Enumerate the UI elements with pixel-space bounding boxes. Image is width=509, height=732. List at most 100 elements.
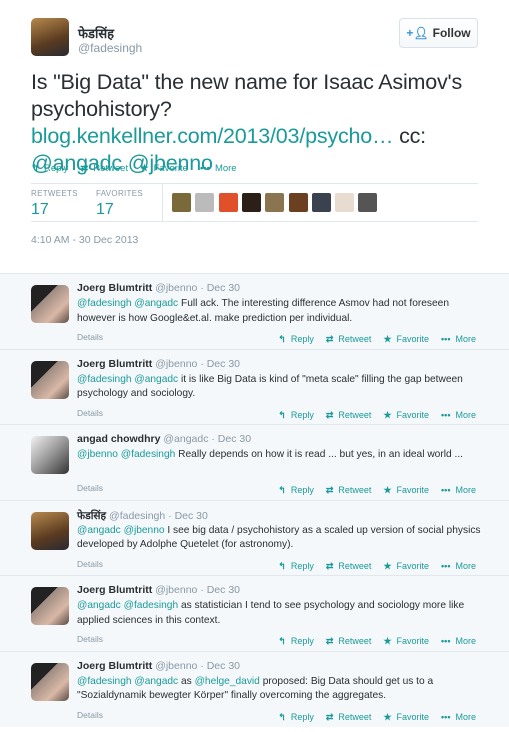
favoriter-avatar[interactable]: [311, 193, 331, 212]
details-link[interactable]: Details: [77, 483, 103, 493]
link[interactable]: @fadesingh: [121, 449, 176, 460]
link[interactable]: @fadesingh: [77, 676, 132, 687]
author-name[interactable]: Joerg Blumtritt: [77, 358, 152, 370]
details-link[interactable]: Details: [77, 559, 103, 569]
link[interactable]: @helge_david: [195, 676, 260, 687]
more-button[interactable]: ••• More: [441, 636, 476, 647]
favorite-button[interactable]: ★ Favorite: [383, 334, 429, 345]
text-segment: cc:: [393, 124, 426, 148]
author-name[interactable]: Joerg Blumtritt: [77, 282, 152, 294]
favoriter-avatar[interactable]: [288, 193, 308, 212]
link[interactable]: @angadc: [77, 525, 121, 536]
retweet-icon: ⇄: [325, 485, 334, 495]
author-name[interactable]: फेडसिंह: [78, 24, 114, 42]
action-label: Reply: [290, 334, 314, 344]
follow-button[interactable]: +👤︎ Follow: [399, 18, 478, 48]
author-name[interactable]: फेडसिंह: [77, 510, 106, 522]
avatar[interactable]: [31, 587, 69, 625]
link[interactable]: @fadesingh: [124, 600, 179, 611]
favoriter-avatar[interactable]: [265, 193, 285, 212]
more-button[interactable]: ••• More: [441, 334, 476, 345]
favorite-button[interactable]: ★ Favorite: [383, 561, 429, 572]
tweet-date[interactable]: · Dec 30: [200, 660, 240, 672]
more-button[interactable]: ••• More: [200, 163, 237, 174]
retweet-button[interactable]: ⇄ Retweet: [326, 485, 372, 496]
more-button[interactable]: ••• More: [441, 410, 476, 421]
tweet-date[interactable]: · Dec 30: [200, 358, 240, 370]
link[interactable]: @angadc: [134, 676, 178, 687]
reply-button[interactable]: ↰ Reply: [278, 712, 314, 723]
tweet-date[interactable]: · Dec 30: [200, 282, 240, 294]
favoriter-avatar[interactable]: [218, 193, 238, 212]
avatar[interactable]: [31, 436, 69, 474]
link[interactable]: @fadesingh: [77, 374, 132, 385]
link[interactable]: @angadc: [77, 600, 121, 611]
reply-button[interactable]: ↰ Reply: [31, 163, 68, 174]
author-handle[interactable]: @fadesingh: [109, 510, 165, 522]
retweet-button[interactable]: ⇄ Retweet: [326, 561, 372, 572]
favorite-button[interactable]: ★ Favorite: [383, 712, 429, 723]
retweet-icon: ⇄: [325, 711, 334, 722]
details-link[interactable]: Details: [77, 634, 103, 644]
favorites-stat[interactable]: FAVORITES 17: [96, 189, 143, 219]
retweet-button[interactable]: ⇄ Retweet: [326, 636, 372, 647]
author-name[interactable]: Joerg Blumtritt: [77, 584, 152, 596]
favorite-button[interactable]: ★ Favorite: [140, 163, 188, 174]
details-link[interactable]: Details: [77, 408, 103, 418]
action-label: Reply: [43, 163, 69, 174]
timestamp[interactable]: 4:10 AM - 30 Dec 2013: [31, 234, 138, 246]
author-handle[interactable]: @angadc: [163, 433, 208, 445]
retweet-button[interactable]: ⇄ Retweet: [80, 163, 128, 174]
details-link[interactable]: Details: [77, 710, 103, 720]
avatar[interactable]: [31, 285, 69, 323]
tweet-date[interactable]: · Dec 30: [168, 510, 208, 522]
star-icon: ★: [140, 163, 149, 174]
link[interactable]: @angadc: [134, 374, 178, 385]
reply-button[interactable]: ↰ Reply: [278, 485, 314, 496]
favoriter-avatar[interactable]: [195, 193, 215, 212]
favoriter-avatar[interactable]: [335, 193, 355, 212]
more-button[interactable]: ••• More: [441, 561, 476, 572]
link[interactable]: @jbenno: [77, 449, 118, 460]
favorite-button[interactable]: ★ Favorite: [383, 636, 429, 647]
avatar[interactable]: [31, 360, 69, 399]
retweet-button[interactable]: ⇄ Retweet: [326, 712, 372, 723]
main-tweet: फेडसिंह @fadesingh +👤︎ Follow Is "Big Dat…: [0, 0, 509, 272]
details-link[interactable]: Details: [77, 332, 103, 342]
link[interactable]: @angadc: [134, 298, 178, 309]
retweet-button[interactable]: ⇄ Retweet: [326, 410, 372, 421]
retweets-stat[interactable]: RETWEETS 17: [31, 189, 78, 219]
link[interactable]: blog.kenkellner.com/2013/03/psycho…: [31, 124, 394, 148]
author-handle[interactable]: @fadesingh: [78, 41, 142, 55]
link[interactable]: @jbenno: [124, 525, 165, 536]
more-icon: •••: [441, 711, 451, 722]
star-icon: ★: [383, 636, 392, 646]
link[interactable]: @fadesingh: [77, 298, 132, 309]
reply-icon: ↰: [31, 163, 39, 174]
reply-button[interactable]: ↰ Reply: [278, 561, 314, 572]
author-handle[interactable]: @jbenno: [155, 660, 197, 672]
author-handle[interactable]: @jbenno: [155, 358, 197, 370]
avatar[interactable]: [31, 511, 69, 550]
favorite-button[interactable]: ★ Favorite: [383, 485, 429, 496]
more-button[interactable]: ••• More: [441, 712, 476, 723]
favoriter-avatar[interactable]: [241, 193, 261, 212]
reply-button[interactable]: ↰ Reply: [278, 636, 314, 647]
retweet-button[interactable]: ⇄ Retweet: [326, 334, 372, 345]
author-handle[interactable]: @jbenno: [155, 282, 197, 294]
reply-button[interactable]: ↰ Reply: [278, 334, 314, 345]
tweet-date[interactable]: · Dec 30: [200, 584, 240, 596]
author-name[interactable]: Joerg Blumtritt: [77, 660, 152, 672]
tweet-text: @fadesingh @angadc Full ack. The interes…: [77, 297, 487, 326]
follow-label: Follow: [432, 26, 471, 40]
favoriter-avatar[interactable]: [358, 193, 378, 212]
favorite-button[interactable]: ★ Favorite: [383, 410, 429, 421]
tweet-date[interactable]: · Dec 30: [211, 433, 251, 445]
more-button[interactable]: ••• More: [441, 485, 476, 496]
author-handle[interactable]: @jbenno: [155, 584, 197, 596]
author-name[interactable]: angad chowdhry: [77, 433, 160, 445]
avatar[interactable]: [31, 662, 69, 701]
avatar[interactable]: [31, 18, 69, 56]
favoriter-avatar[interactable]: [172, 193, 191, 212]
reply-button[interactable]: ↰ Reply: [278, 410, 314, 421]
